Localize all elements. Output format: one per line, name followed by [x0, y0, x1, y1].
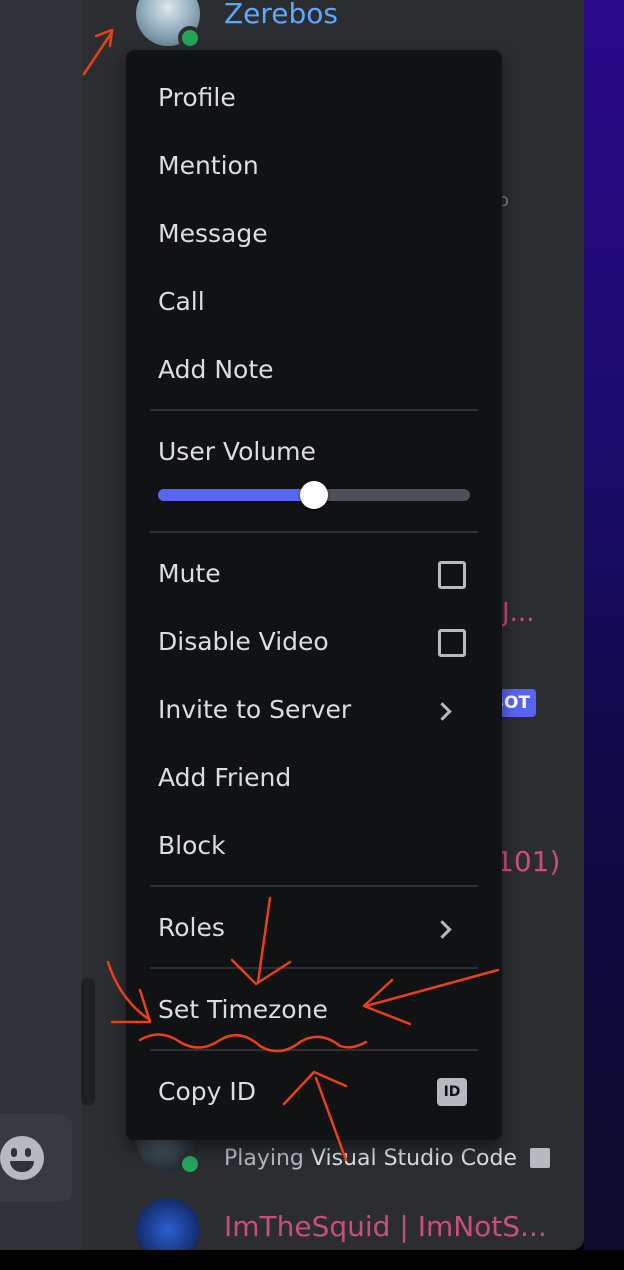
menu-item-roles[interactable]: Roles: [158, 911, 225, 945]
emoji-picker-icon[interactable]: [0, 1136, 44, 1180]
menu-item-call[interactable]: Call: [158, 285, 205, 319]
desktop-background: [584, 0, 624, 1250]
menu-item-disable-video[interactable]: Disable Video: [158, 625, 329, 659]
menu-item-profile[interactable]: Profile: [158, 81, 236, 115]
menu-item-mute[interactable]: Mute: [158, 557, 221, 591]
online-status-icon: [178, 26, 202, 50]
chevron-right-icon: [433, 920, 452, 939]
chevron-right-icon: [433, 702, 452, 721]
menu-separator: [150, 885, 478, 887]
menu-separator: [150, 967, 478, 969]
menu-item-block[interactable]: Block: [158, 829, 226, 863]
chat-scrollbar[interactable]: [81, 978, 95, 1106]
user-volume-fill: [158, 489, 314, 501]
user-context-menu: Profile Mention Message Call Add Note Us…: [126, 50, 502, 1140]
menu-item-add-note[interactable]: Add Note: [158, 353, 274, 387]
menu-item-message[interactable]: Message: [158, 217, 268, 251]
menu-separator: [150, 531, 478, 533]
document-icon: [529, 1148, 550, 1168]
menu-item-mention[interactable]: Mention: [158, 149, 259, 183]
menu-label-user-volume: User Volume: [158, 437, 316, 466]
activity-name: Visual Studio Code: [310, 1146, 517, 1171]
menu-item-copy-id[interactable]: Copy ID: [158, 1075, 256, 1109]
online-status-icon: [178, 1152, 202, 1176]
mute-checkbox[interactable]: [438, 561, 466, 589]
menu-item-set-timezone[interactable]: Set Timezone: [158, 993, 328, 1027]
menu-separator: [150, 1049, 478, 1051]
member-name[interactable]: ImTheSquid | ImNotS...: [224, 1210, 547, 1243]
user-volume-slider[interactable]: [158, 481, 470, 509]
member-name[interactable]: Zerebos: [224, 0, 338, 30]
member-name-partial[interactable]: J...: [502, 598, 534, 628]
id-icon: ID: [437, 1078, 467, 1106]
user-volume-handle[interactable]: [300, 481, 328, 509]
menu-item-add-friend[interactable]: Add Friend: [158, 761, 291, 795]
chat-area: [0, 0, 82, 1250]
member-name-partial[interactable]: 101): [496, 845, 560, 878]
member-activity: Playing Visual Studio Code: [224, 1146, 550, 1171]
activity-prefix: Playing: [224, 1146, 304, 1171]
disable-video-checkbox[interactable]: [438, 629, 466, 657]
menu-separator: [150, 409, 478, 411]
menu-item-invite-to-server[interactable]: Invite to Server: [158, 693, 351, 727]
